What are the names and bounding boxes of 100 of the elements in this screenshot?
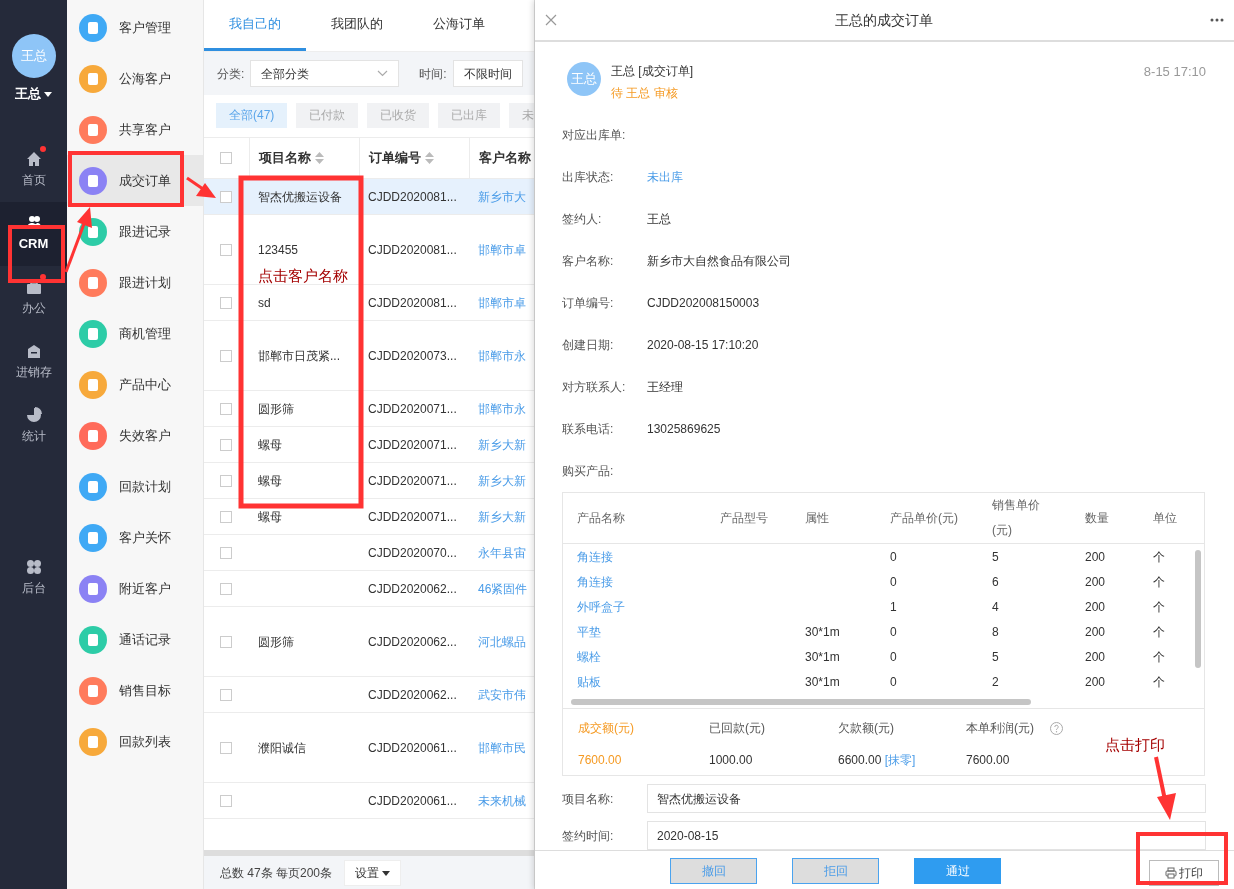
table-cell: CJDD2020081... [368,242,457,257]
table-cell: CJDD2020062... [368,634,457,649]
table-cell: 0 [890,549,897,564]
nav-item[interactable]: 统计 [0,393,67,458]
table-row[interactable]: 智杰优搬运设备 CJDD2020081... 新乡市大 [204,179,534,215]
menu-item[interactable]: 跟进计划 [67,257,203,308]
settings-button[interactable]: 设置 [344,860,402,886]
field-value: 王总 [647,211,671,228]
table-cell: 0 [890,624,897,639]
table-cell: 邯郸市日茂紧... [258,348,340,363]
table-cell: 200 [1085,599,1106,614]
field-label: 签约时间: [562,827,615,845]
table-cell: 200 [1085,549,1106,564]
nav-item[interactable]: 办公 [0,265,67,330]
column-header: 产品单价(元) [889,510,959,527]
total-label: 欠款额(元) [838,720,894,737]
table-cell: CJDD2020071... [368,473,457,488]
table-cell: 200 [1085,674,1106,689]
table-cell: 5 [992,549,999,564]
field-value: CJDD202008150003 [647,295,760,312]
input-field[interactable]: 2020-08-15 [647,821,1206,850]
annotation-text: 点击打印 [1105,735,1165,755]
category-select[interactable]: 全部分类 [250,60,400,87]
menu-item[interactable]: 销售目标 [67,665,203,716]
menu-item[interactable]: 客户管理 [67,2,203,53]
column-header[interactable]: 订单编号 [369,148,421,168]
table-cell: 5 [992,649,999,664]
table-row[interactable]: 螺母 CJDD2020071... 新乡大新 [204,427,534,463]
table-row[interactable]: 螺母 CJDD2020071... 新乡大新 [204,463,534,499]
table-row[interactable]: 圆形筛 CJDD2020062... 河北螺品 [204,607,534,677]
menu-item[interactable]: 附近客户 [67,563,203,614]
nav-item[interactable]: 进销存 [0,329,67,394]
table-row[interactable]: 濮阳诚信 CJDD2020061... 邯郸市民 [204,713,534,783]
tab[interactable]: 公海订单 [408,0,510,51]
table-cell: 智杰优搬运设备 [258,189,342,204]
column-header: 产品名称 [576,510,626,527]
total-value: 1000.00 [709,753,753,767]
table-row[interactable]: CJDD2020062... 武安市伟 [204,677,534,713]
table-cell: CJDD2020061... [368,740,457,755]
table-cell: CJDD2020071... [368,509,457,524]
filter-label: 时间: [419,65,447,83]
input-field[interactable]: 智杰优搬运设备 [647,784,1206,813]
table-row[interactable]: 螺母 CJDD2020071... 新乡大新 [204,499,534,535]
filter-label: 分类: [217,65,245,83]
table-cell: CJDD2020071... [368,437,457,452]
column-header[interactable]: 项目名称 [259,148,311,168]
table-cell: 圆形筛 [258,401,294,416]
tab[interactable]: 我团队的 [306,0,408,51]
table-cell: 螺母 [258,509,282,524]
user-menu[interactable]: 王总 [14,84,53,104]
menu-item[interactable]: 客户关怀 [67,512,203,563]
table-cell: 2 [992,674,999,689]
table-row[interactable]: sd CJDD2020081... 邯郸市卓 [204,285,534,321]
column-header: 产品型号 [719,510,769,527]
field-label: 联系电话: [562,421,615,438]
nav-item[interactable]: 后台 [0,545,67,610]
menu-item[interactable]: 失效客户 [67,410,203,461]
field-label: 订单编号: [562,295,615,312]
table-cell: CJDD2020081... [368,189,457,204]
table-cell: 6 [992,574,999,589]
table-cell: 个 [1153,574,1165,589]
menu-item[interactable]: 回款列表 [67,716,203,767]
timestamp: 8-15 17:10 [1143,63,1206,81]
column-header: 销售单价(元) [991,497,1041,539]
menu-item[interactable]: 通话记录 [67,614,203,665]
menu-item[interactable]: 共享客户 [67,104,203,155]
field-label: 客户名称: [562,253,615,270]
column-header: 属性 [804,510,830,527]
table-row[interactable]: 圆形筛 CJDD2020071... 邯郸市永 [204,391,534,427]
table-row[interactable]: CJDD2020061... 未来机械 [204,783,534,819]
table-row[interactable]: CJDD2020070... 永年县宙 [204,535,534,571]
column-header[interactable]: 客户名称 [479,148,531,168]
nav-item[interactable]: 首页 [0,137,67,202]
menu-item[interactable]: 产品中心 [67,359,203,410]
table-cell: 123455 [258,242,299,257]
field-value: 13025869625 [647,421,721,438]
pagination-summary: 总数 47条 每页200条 [220,865,333,882]
table-cell: 个 [1153,624,1165,639]
table-row[interactable]: CJDD2020062... 46紧固件 [204,571,534,607]
time-field[interactable]: 不限时间 [452,60,523,87]
field-label: 创建日期: [562,337,615,354]
table-cell: CJDD2020081... [368,295,457,310]
table-cell: CJDD2020071... [368,401,457,416]
table-cell: 濮阳诚信 [258,740,306,755]
table-cell: CJDD2020073... [368,348,457,363]
table-cell: 0 [890,649,897,664]
table-cell: 1 [890,599,897,614]
field-label: 购买产品: [562,463,615,480]
table-cell: sd [258,295,271,310]
column-header: 数量 [1084,510,1110,527]
table-cell: 8 [992,624,999,639]
table-row[interactable]: 邯郸市日茂紧... CJDD2020073... 邯郸市永 [204,321,534,391]
table-cell: 200 [1085,574,1106,589]
table-cell: 4 [992,599,999,614]
field-value: 2020-08-15 17:10:20 [647,337,759,354]
approval-status: 待 王总 审核 [611,85,679,102]
menu-item[interactable]: 回款计划 [67,461,203,512]
menu-item[interactable]: 商机管理 [67,308,203,359]
menu-item[interactable]: 公海客户 [67,53,203,104]
annotation-text: 点击客户名称 [258,266,348,286]
